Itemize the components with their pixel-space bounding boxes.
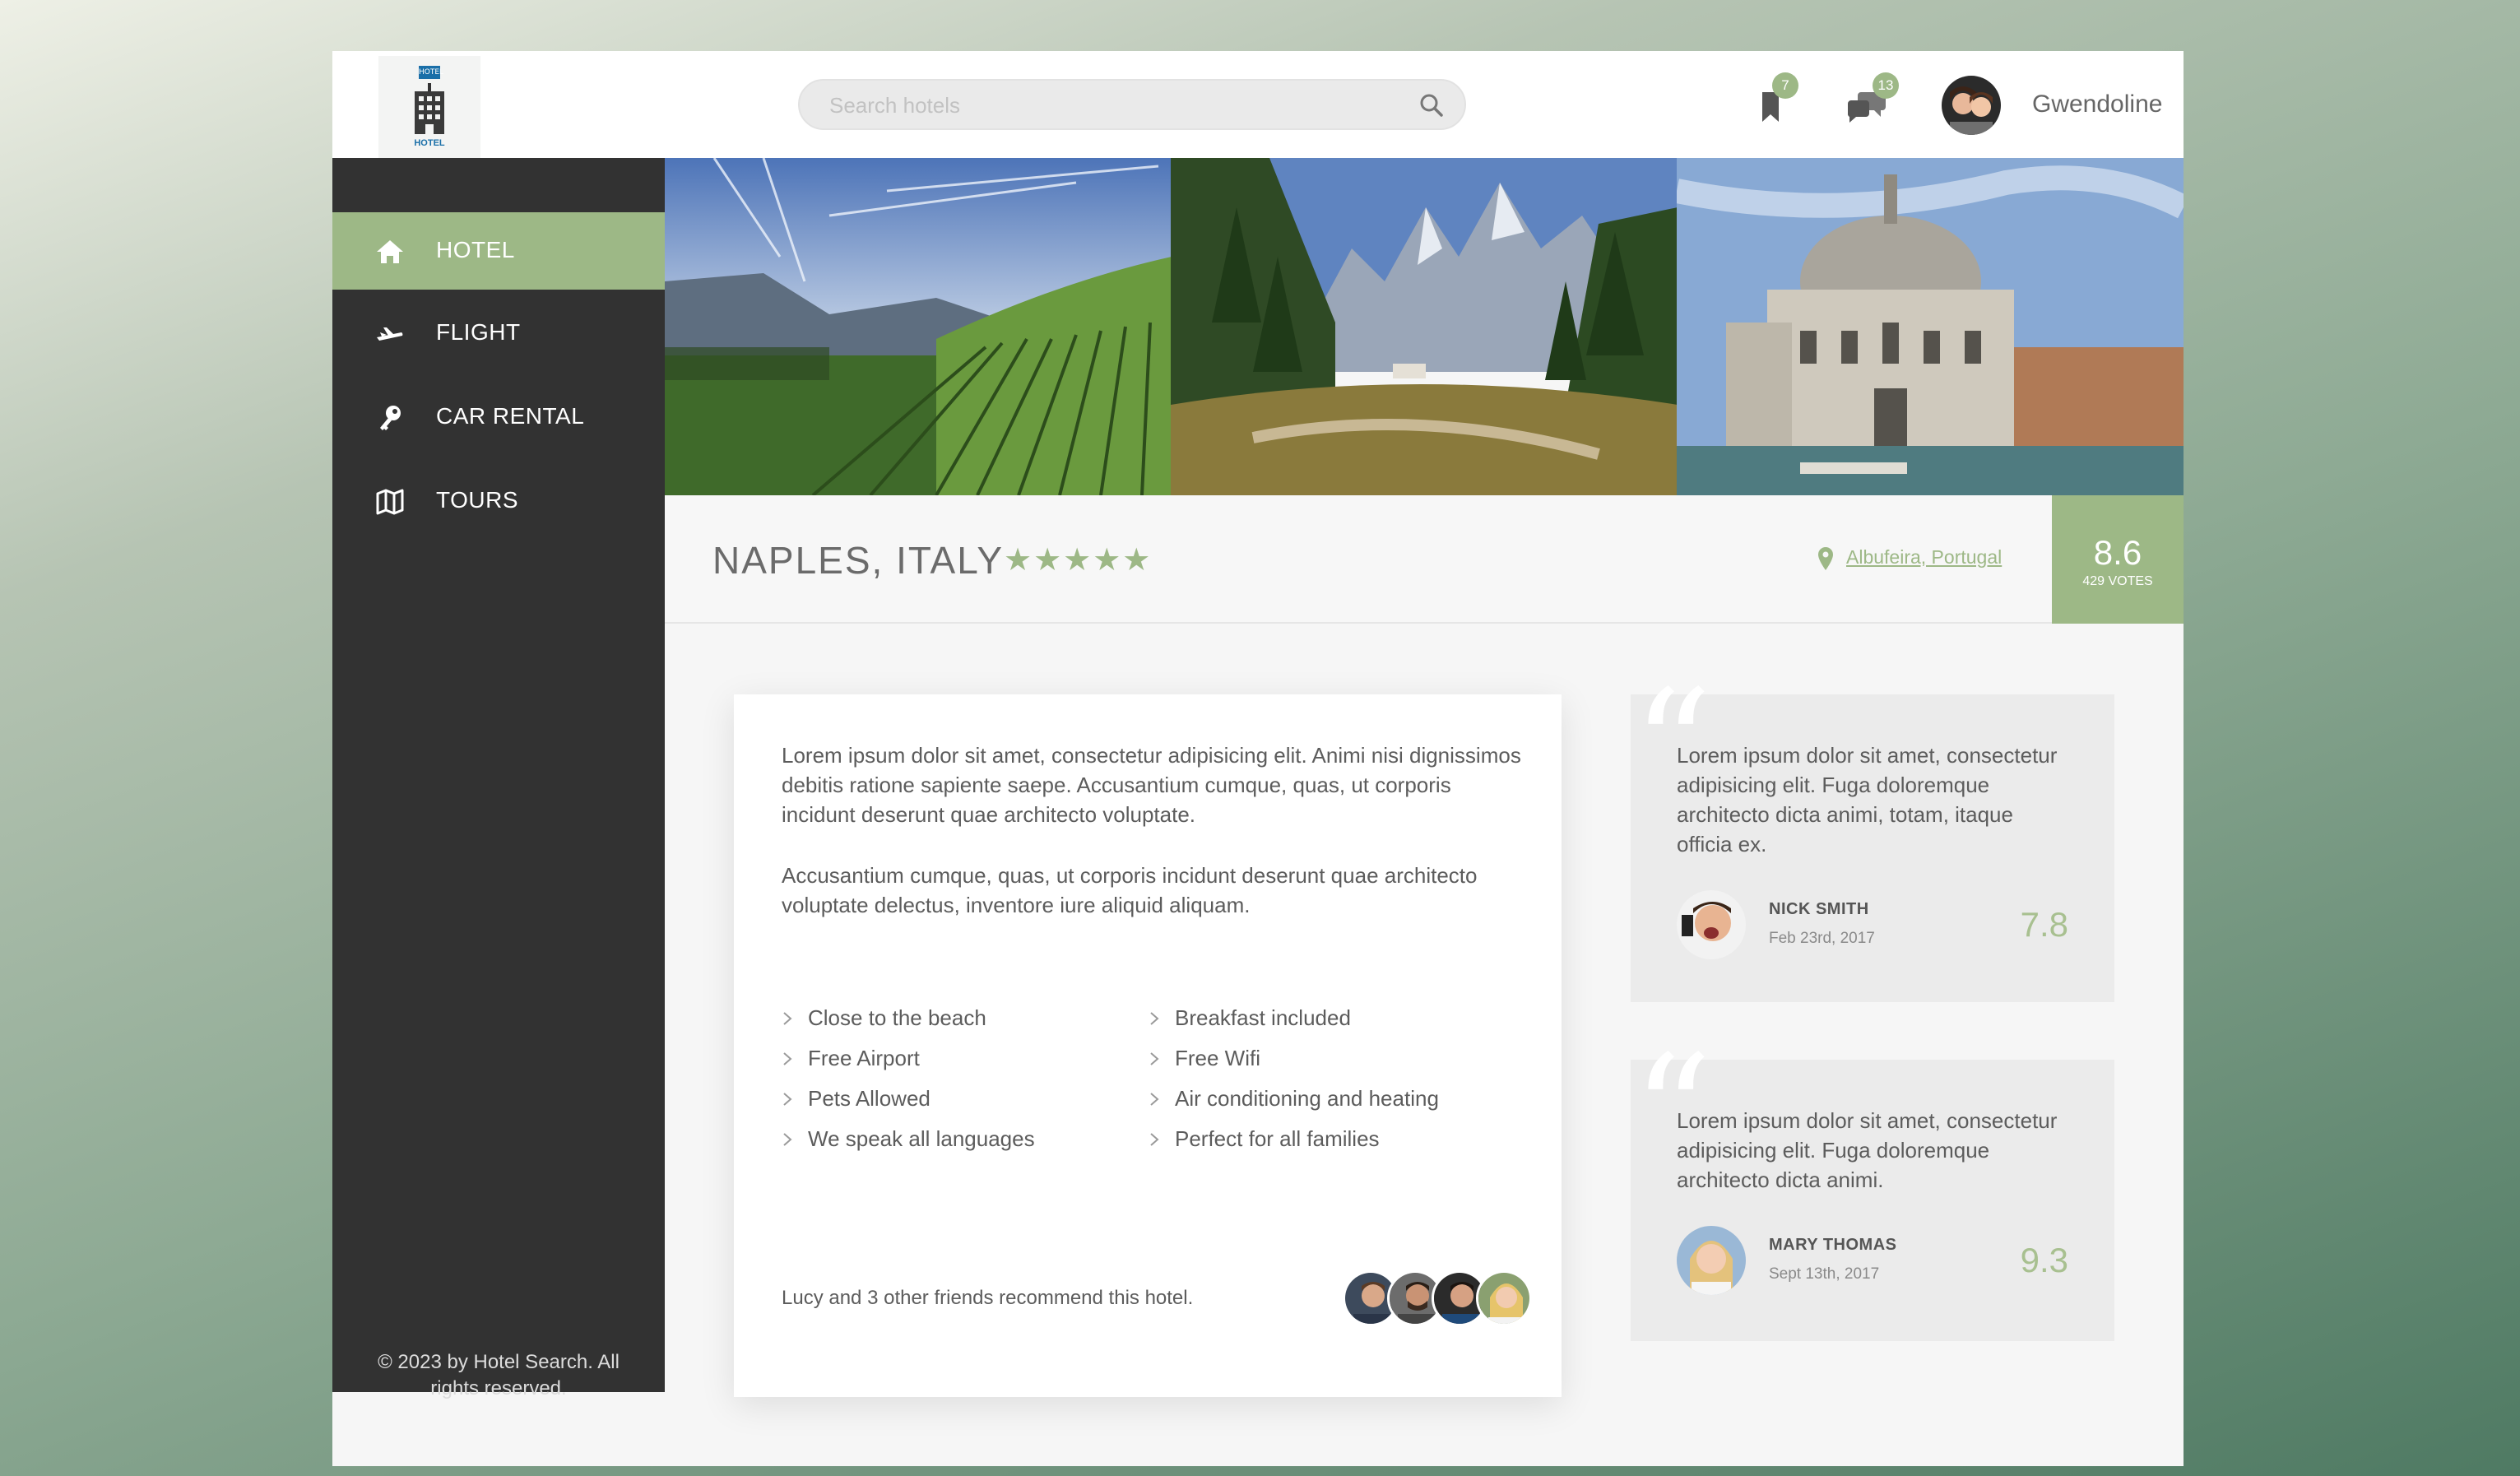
messages-button[interactable]: 13 [1845, 72, 1899, 130]
map-icon [376, 489, 404, 515]
copyright-text: © 2023 by Hotel Search. All rights reser… [378, 1351, 620, 1399]
chevron-right-icon [1150, 1012, 1159, 1025]
chevron-right-icon [783, 1093, 792, 1106]
chevron-right-icon [783, 1133, 792, 1146]
hotel-details-card: Lorem ipsum dolor sit amet, consectetur … [734, 694, 1562, 1397]
photo-vineyard[interactable] [665, 158, 1171, 495]
review-card: “ Lorem ipsum dolor sit amet, consectetu… [1631, 1035, 2114, 1341]
chevron-right-icon [1150, 1052, 1159, 1065]
friends-recommendation: Lucy and 3 other friends recommend this … [782, 1287, 1194, 1309]
sidebar-item-label: FLIGHT [436, 319, 521, 345]
photo-venice-basilica[interactable] [1677, 158, 2184, 495]
reviewer-name[interactable]: NICK SMITH [1769, 900, 1869, 919]
building-icon [415, 83, 444, 134]
hotel-title-bar: NAPLES, ITALY ★★★★★ Albufeira, Portugal … [665, 495, 2184, 624]
bookmarks-badge: 7 [1772, 72, 1798, 99]
photo-mountains[interactable] [1170, 158, 1678, 495]
search-input[interactable] [829, 91, 1389, 120]
sidebar-item-tours[interactable]: TOURS [332, 462, 665, 540]
review-date: Feb 23rd, 2017 [1769, 930, 1875, 947]
sidebar-item-label: HOTEL [436, 237, 515, 262]
friend-avatar[interactable] [1476, 1270, 1532, 1326]
reviewer-name[interactable]: MARY THOMAS [1769, 1236, 1897, 1255]
review-card: “ Lorem ipsum dolor sit amet, consectetu… [1631, 670, 2114, 1002]
user-avatar[interactable] [1942, 76, 2001, 135]
hotel-score-badge: 8.6 429 VOTES [2052, 495, 2184, 624]
bookmarks-button[interactable]: 7 [1754, 72, 1803, 130]
location-link[interactable]: Albufeira, Portugal [1846, 546, 2002, 569]
search-bar [798, 79, 1466, 130]
hotel-description: Lorem ipsum dolor sit amet, consectetur … [782, 740, 1522, 920]
app-window: HOTEL HOTEL Search hotels 7 13 Gwendolin… [332, 51, 2184, 1466]
review-text: Lorem ipsum dolor sit amet, consectetur … [1677, 1108, 2058, 1192]
key-icon [380, 406, 401, 430]
search-icon[interactable] [1417, 91, 1446, 120]
review-score: 7.8 [2020, 905, 2068, 944]
review-score: 9.3 [2020, 1241, 2068, 1279]
sidebar-item-flight[interactable]: FLIGHT [332, 295, 665, 372]
logo-tag: HOTEL [419, 66, 443, 79]
reviewer-avatar[interactable] [1677, 890, 1746, 959]
star-rating: ★★★★★ [1004, 541, 1153, 578]
sidebar: HOTEL FLIGHT CAR RENTAL TOURS © 2023 by … [332, 158, 665, 1399]
review-date: Sept 13th, 2017 [1769, 1265, 1880, 1283]
friend-avatars [1343, 1270, 1540, 1326]
chevron-right-icon [783, 1052, 792, 1065]
sidebar-item-label: CAR RENTAL [436, 403, 585, 429]
hotel-photo-gallery [665, 158, 2184, 495]
chevron-right-icon [783, 1012, 792, 1025]
hotel-logo[interactable]: HOTEL HOTEL [378, 56, 480, 158]
location-pin-icon [1818, 547, 1833, 570]
hotel-score: 8.6 [2093, 533, 2142, 572]
hotel-votes: 429 VOTES [2082, 574, 2153, 588]
description-paragraph: Lorem ipsum dolor sit amet, consectetur … [782, 743, 1521, 827]
sidebar-item-label: TOURS [436, 487, 518, 513]
plane-icon [377, 327, 403, 341]
reviewer-avatar[interactable] [1677, 1226, 1746, 1295]
top-bar: HOTEL HOTEL Search hotels 7 13 Gwendolin… [332, 51, 2184, 158]
hotel-name: NAPLES, ITALY [712, 539, 1005, 582]
home-icon [377, 240, 403, 263]
messages-badge: 13 [1873, 72, 1899, 99]
username[interactable]: Gwendoline [2032, 91, 2162, 118]
chevron-right-icon [1150, 1133, 1159, 1146]
sidebar-item-car-rental[interactable]: CAR RENTAL [332, 378, 665, 456]
chevron-right-icon [1150, 1093, 1159, 1106]
sidebar-item-hotel[interactable]: HOTEL [332, 212, 665, 290]
description-paragraph: Accusantium cumque, quas, ut corporis in… [782, 863, 1478, 917]
review-text: Lorem ipsum dolor sit amet, consectetur … [1677, 743, 2058, 856]
logo-text: HOTEL [414, 138, 445, 148]
